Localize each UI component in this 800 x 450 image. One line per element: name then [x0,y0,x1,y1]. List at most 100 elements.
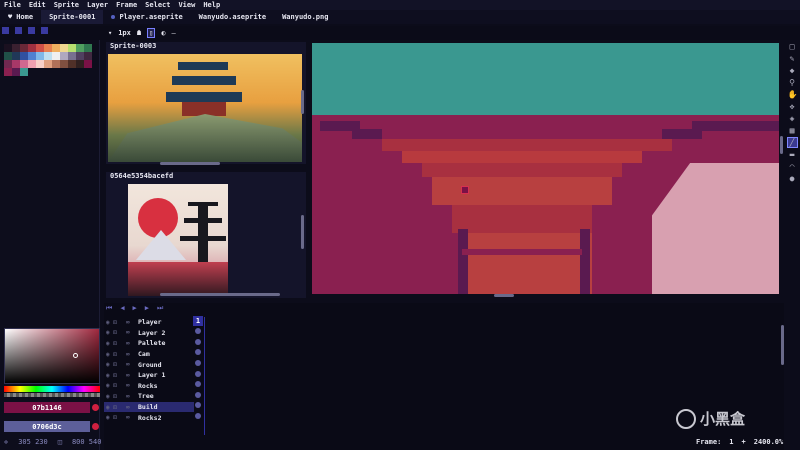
fill-tool-icon[interactable]: ◈ [788,114,797,123]
cel[interactable] [193,411,203,422]
palette-swatch[interactable] [12,68,20,76]
canvas-vscrollbar[interactable] [780,136,783,154]
palette-swatch[interactable] [44,60,52,68]
menu-view[interactable]: View [178,1,195,9]
rectangle-tool-icon[interactable]: ▬ [788,150,797,159]
eraser-tool-icon[interactable]: ◆ [788,66,797,75]
menu-help[interactable]: Help [203,1,220,9]
line-tool-icon[interactable]: ╱ [786,137,798,148]
palette-swatch[interactable] [12,52,20,60]
palette-swatch[interactable] [52,44,60,52]
palette-swatch[interactable] [20,44,28,52]
palette-swatch[interactable] [60,60,68,68]
ref2-hscrollbar[interactable] [160,293,280,296]
play-icon[interactable]: ▶ [133,304,137,313]
layer-row[interactable]: ◉ ⊡ ∞ Layer 2 [104,328,194,339]
palette-swatch[interactable] [20,68,28,76]
first-frame-icon[interactable]: ⏮ [106,304,112,313]
menu-frame[interactable]: Frame [116,1,137,9]
layer-row[interactable]: ◉ ⊡ ∞ Player [104,317,194,328]
tab-player[interactable]: Player.aseprite [103,10,190,24]
palette-swatch[interactable] [60,44,68,52]
cel[interactable] [193,358,203,369]
palette-swatch[interactable] [52,60,60,68]
ref1-hscrollbar[interactable] [160,162,220,165]
palette-swatch[interactable] [36,60,44,68]
frame-header[interactable]: 1 [193,316,203,326]
menu-layer[interactable]: Layer [87,1,108,9]
layer-row[interactable]: ◉ ⊡ ∞ Cam [104,349,194,360]
brush-size-field[interactable]: 1px [118,29,131,37]
ref2-scrollbar[interactable] [301,215,304,249]
reference-panel-1[interactable]: Sprite-0003 [106,42,306,164]
palette-edit-icon[interactable] [15,27,22,34]
cel[interactable] [193,326,203,337]
layer-row[interactable]: ◉ ⊡ ∞ Tree [104,391,194,402]
palette-swatch[interactable] [76,44,84,52]
palette-swatch[interactable] [84,44,92,52]
tab-home[interactable]: ♥ Home [0,10,41,24]
palette-swatch[interactable] [44,44,52,52]
palette-swatch[interactable] [68,44,76,52]
primary-color-field[interactable]: 07b1146 [4,402,90,413]
sprite-canvas[interactable] [312,43,779,294]
cel[interactable] [193,379,203,390]
hand-tool-icon[interactable]: ✋ [788,90,798,99]
menu-file[interactable]: File [4,1,21,9]
canvas-hscrollbar[interactable] [494,294,514,297]
palette-options-icon[interactable] [2,27,9,34]
palette-swatch[interactable] [76,60,84,68]
curve-tool-icon[interactable]: ◠ [788,162,797,171]
palette-swatch[interactable] [12,60,20,68]
line-brush-icon[interactable]: — [172,29,176,37]
layer-row[interactable]: ◉ ⊡ ∞ Ground [104,359,194,370]
palette-swatch[interactable] [4,60,12,68]
menu-sprite[interactable]: Sprite [54,1,79,9]
layer-row-selected[interactable]: ◉ ⊡ ∞ Build [104,401,194,413]
frame-field[interactable]: 1 [729,438,733,446]
palette-swatch[interactable] [52,52,60,60]
palette-swatch[interactable] [68,52,76,60]
palette-swatch[interactable] [28,60,36,68]
brush-dropdown-icon[interactable]: ▾ [108,29,112,37]
palette-swatch[interactable] [4,68,12,76]
palette-swatch[interactable] [20,60,28,68]
menu-select[interactable]: Select [145,1,170,9]
palette-swatch[interactable] [84,60,92,68]
layer-row[interactable]: ◉ ⊡ ∞ Rocks [104,381,194,392]
pencil-tool-icon[interactable]: ✎ [788,54,797,63]
timeline-scrollbar[interactable] [781,325,784,365]
cel[interactable] [193,390,203,401]
hue-slider[interactable] [4,386,100,392]
layer-row[interactable]: ◉ ⊡ ∞ Layer 1 [104,370,194,381]
blur-tool-icon[interactable]: ● [788,174,797,183]
palette-swatch[interactable] [76,52,84,60]
circle-brush-icon[interactable]: ◐ [161,29,165,37]
zoom-level[interactable]: 2400.0% [754,438,784,446]
color-picker-area[interactable] [4,328,100,384]
picker-cursor[interactable] [73,353,78,358]
brush-type-icon[interactable]: ☗ [137,29,141,37]
palette-swatch[interactable] [4,44,12,52]
palette-swatch[interactable] [68,60,76,68]
palette-swatch[interactable] [44,52,52,60]
prev-frame-icon[interactable]: ◀ [120,304,124,313]
tab-wanyudo-aseprite[interactable]: Wanyudo.aseprite [191,10,274,24]
zoom-plus-icon[interactable]: + [742,438,746,446]
move-tool-icon[interactable]: ✥ [788,102,797,111]
cel[interactable] [193,368,203,379]
tab-sprite-0001[interactable]: Sprite-0001 [41,10,104,24]
alpha-slider[interactable] [4,393,100,397]
cel[interactable] [193,347,203,358]
layer-row[interactable]: ◉ ⊡ ∞ Pallete [104,338,194,349]
palette-presets-icon[interactable] [41,27,48,34]
menu-edit[interactable]: Edit [29,1,46,9]
reference-panel-2[interactable]: 0564e5354bacefd [106,172,306,298]
palette-swatch[interactable] [28,44,36,52]
secondary-color-field[interactable]: 0706d3c [4,421,90,432]
tab-wanyudo-png[interactable]: Wanyudo.png [274,10,336,24]
palette-swatch[interactable] [28,52,36,60]
next-frame-icon[interactable]: ▶ [145,304,149,313]
palette-swatch[interactable] [20,52,28,60]
pixel-perfect-icon[interactable]: ▯ [147,27,156,38]
